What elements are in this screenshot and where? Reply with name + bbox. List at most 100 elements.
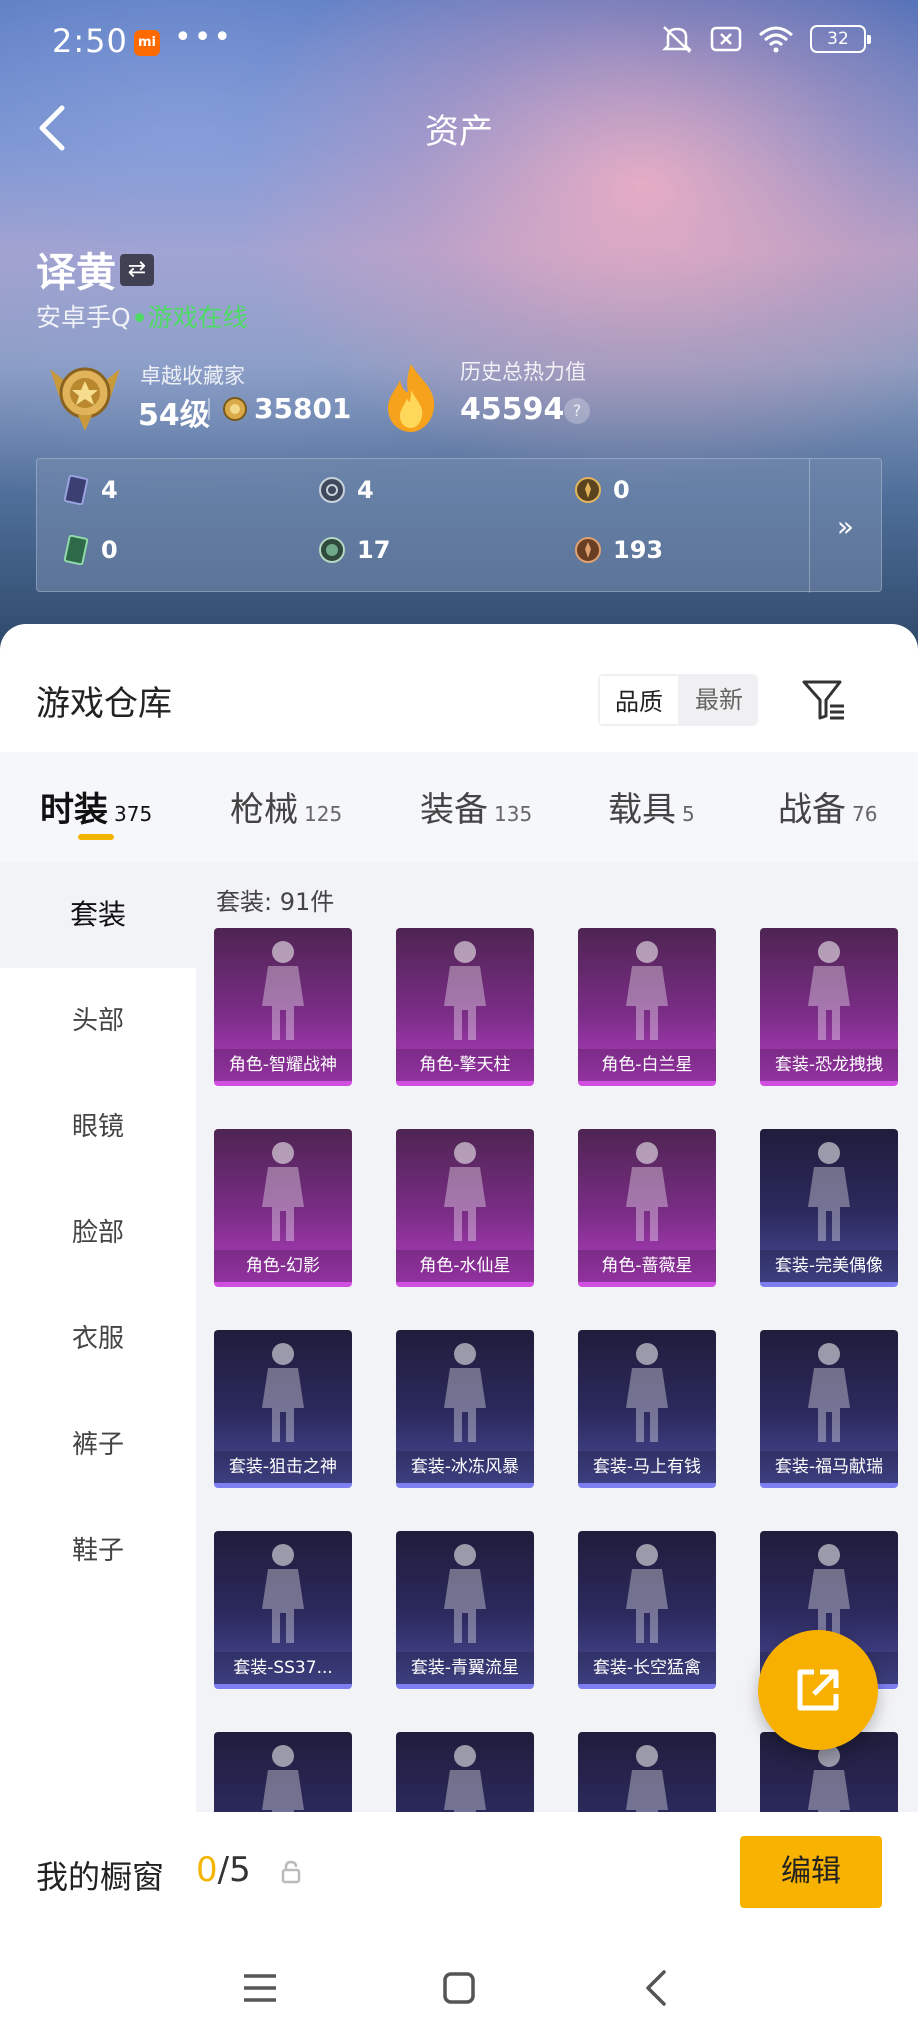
outfit-figure-icon (626, 941, 668, 1040)
gear-badge-icon (317, 475, 347, 505)
item-card[interactable]: 角色-擎天柱 (396, 928, 534, 1086)
item-label: 套装-福马献瑞 (760, 1451, 898, 1483)
mi-notification-icon: mi (134, 30, 160, 56)
tab-fashion[interactable]: 时装 375 (40, 782, 152, 831)
sidebar-item-pants[interactable]: 裤子 (0, 1392, 196, 1498)
online-status: 游戏在线 (147, 303, 248, 332)
item-card[interactable]: 套装-狙击之神 (214, 1330, 352, 1488)
green-orb-icon (317, 535, 347, 565)
stats-more-button[interactable]: » (809, 459, 881, 593)
item-label: 套装-SS37... (214, 1652, 352, 1684)
item-label: 套装-马上有钱 (578, 1451, 716, 1483)
stat-value: 0 (613, 476, 630, 504)
showcase-total: /5 (217, 1850, 251, 1890)
outfit-figure-icon (808, 1142, 850, 1241)
sidebar-item-face[interactable]: 脸部 (0, 1180, 196, 1286)
outfit-figure-icon (262, 1544, 304, 1643)
stat-value: 0 (101, 536, 118, 564)
showcase-count: 0/5 (196, 1850, 251, 1890)
wifi-icon (759, 26, 793, 53)
nav-back-icon[interactable] (636, 1966, 680, 2010)
showcase-title: 我的橱窗 (36, 1858, 165, 1896)
outfit-figure-icon (808, 941, 850, 1040)
stat-value: 17 (357, 536, 391, 564)
tab-label: 时装 (40, 790, 108, 830)
share-button[interactable] (758, 1630, 878, 1750)
sidebar-item-suits[interactable]: 套装 (0, 862, 196, 968)
item-card[interactable]: 角色-蔷薇星 (578, 1129, 716, 1287)
help-icon[interactable]: ? (564, 398, 590, 424)
item-card[interactable]: 角色-幻影 (214, 1129, 352, 1287)
online-dot-icon (134, 312, 144, 322)
platform-status: 安卓手Q 游戏在线 (36, 298, 248, 334)
tab-count: 135 (494, 802, 533, 826)
tab-supplies[interactable]: 战备 76 (778, 782, 877, 831)
item-card[interactable]: 套装-冰冻风暴 (396, 1330, 534, 1488)
sidebar-item-head[interactable]: 头部 (0, 968, 196, 1074)
item-card[interactable]: 套装-恐龙拽拽 (760, 928, 898, 1086)
sidebar-item-glasses[interactable]: 眼镜 (0, 1074, 196, 1180)
sort-newest-button[interactable]: 最新 (680, 674, 758, 726)
menu-icon[interactable] (238, 1966, 282, 2010)
edit-button[interactable]: 编辑 (740, 1836, 882, 1908)
tab-equipment[interactable]: 装备 135 (420, 782, 532, 831)
stat-item: 0 (573, 475, 630, 505)
switch-account-icon[interactable]: ⇄ (120, 254, 154, 286)
sort-quality-button[interactable]: 品质 (598, 674, 680, 726)
collector-points: 35801 (254, 392, 352, 425)
heat-label: 历史总热力值 (460, 360, 586, 384)
item-label: 角色-水仙星 (396, 1250, 534, 1282)
outfit-figure-icon (444, 1343, 486, 1442)
share-icon (797, 1669, 839, 1711)
item-card[interactable]: 套装-长空猛禽 (578, 1531, 716, 1689)
sidebar-item-shoes[interactable]: 鞋子 (0, 1498, 196, 1604)
tab-label: 战备 (778, 790, 846, 830)
item-label: 角色-蔷薇星 (578, 1250, 716, 1282)
stat-value: 4 (357, 476, 374, 504)
sidebar-item-clothes[interactable]: 衣服 (0, 1286, 196, 1392)
item-card[interactable]: 套装-完美偶像 (760, 1129, 898, 1287)
item-card[interactable]: 角色-智耀战神 (214, 928, 352, 1086)
tab-label: 枪械 (230, 790, 298, 830)
mute-icon (661, 26, 693, 53)
stat-item: 193 (573, 535, 663, 565)
stat-item: 4 (317, 475, 374, 505)
tab-guns[interactable]: 枪械 125 (230, 782, 342, 831)
home-icon[interactable] (437, 1966, 481, 2010)
gold-badge-icon (573, 475, 603, 505)
platform-label: 安卓手Q (36, 303, 131, 332)
system-nav-bar (0, 1932, 918, 2040)
outfit-figure-icon (444, 1544, 486, 1643)
lock-icon (281, 1860, 301, 1884)
item-label: 套装-完美偶像 (760, 1250, 898, 1282)
item-label: 角色-幻影 (214, 1250, 352, 1282)
outfit-figure-icon (262, 1343, 304, 1442)
tab-label: 载具 (608, 790, 676, 830)
tab-vehicles[interactable]: 载具 5 (608, 782, 695, 831)
item-label: 角色-智耀战神 (214, 1049, 352, 1081)
outfit-figure-icon (626, 1142, 668, 1241)
filter-icon[interactable] (800, 676, 848, 724)
sort-toggle: 品质 最新 (598, 674, 758, 726)
item-label: 角色-擎天柱 (396, 1049, 534, 1081)
warehouse-title: 游戏仓库 (36, 684, 172, 724)
asset-stats-panel[interactable]: 4 4 0 0 17 193 » (36, 458, 882, 593)
item-card[interactable]: 套装-SS37... (214, 1531, 352, 1689)
battery-icon: 32 (810, 25, 871, 53)
item-card[interactable]: 角色-白兰星 (578, 928, 716, 1086)
item-card[interactable]: 套装-青翼流星 (396, 1531, 534, 1689)
outfit-figure-icon (262, 941, 304, 1040)
item-card[interactable]: 套装-福马献瑞 (760, 1330, 898, 1488)
page-title: 资产 (425, 112, 493, 152)
outfit-figure-icon (444, 941, 486, 1040)
outfit-figure-icon (808, 1343, 850, 1442)
item-card[interactable]: 角色-水仙星 (396, 1129, 534, 1287)
status-bar: 2:50 mi ••• 32 (0, 0, 918, 86)
stat-item: 17 (317, 535, 390, 565)
item-card[interactable]: 套装-马上有钱 (578, 1330, 716, 1488)
collector-medal-icon[interactable] (42, 355, 128, 435)
stat-item: 4 (61, 475, 118, 505)
collector-level: 54级 (138, 398, 210, 433)
item-label: 套装-青翼流星 (396, 1652, 534, 1684)
item-label: 角色-白兰星 (578, 1049, 716, 1081)
